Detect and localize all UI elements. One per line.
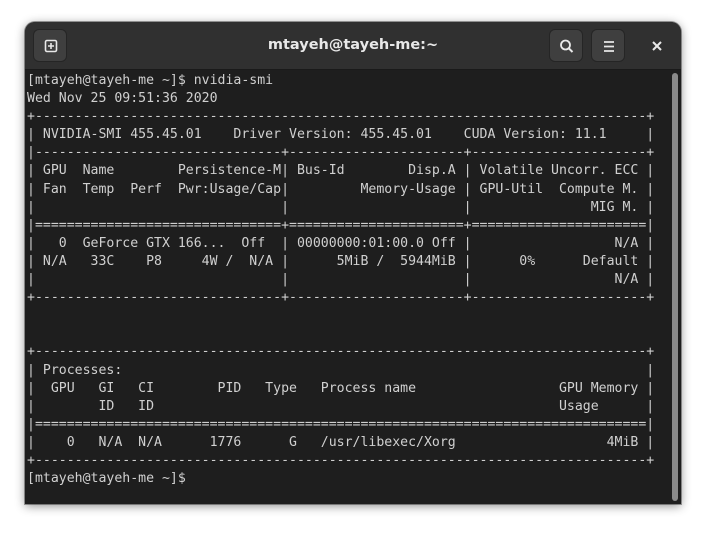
terminal-line: | GPU GI CI PID Type Process name GPU Me… [27, 380, 655, 396]
window-title: mtayeh@tayeh-me:~ [267, 37, 439, 53]
terminal-line: +-------------------------------+-------… [27, 290, 655, 306]
new-tab-button[interactable] [33, 29, 67, 62]
terminal-line: | NVIDIA-SMI 455.45.01 Driver Version: 4… [27, 127, 655, 143]
terminal-line: |-------------------------------+-------… [27, 145, 655, 161]
search-icon [560, 39, 574, 53]
menu-button[interactable] [591, 29, 625, 62]
terminal-line: +---------------------------------------… [27, 109, 655, 125]
terminal-window: mtayeh@tayeh-me:~ [mtayeh@tayeh-me ~]$ n… [25, 22, 681, 504]
terminal-output[interactable]: [mtayeh@tayeh-me ~]$ nvidia-smi Wed Nov 2… [25, 70, 671, 504]
terminal-line: | Processes: | [27, 362, 655, 378]
terminal-line: | GPU Name Persistence-M| Bus-Id Disp.A … [27, 163, 655, 179]
terminal-line: | ID ID Usage | [27, 398, 655, 414]
terminal-line: |===============================+=======… [27, 217, 655, 233]
scrollbar[interactable] [670, 70, 681, 504]
new-tab-icon [44, 39, 58, 53]
terminal-line: | Fan Temp Perf Pwr:Usage/Cap| Memory-Us… [27, 181, 655, 197]
terminal-line: +---------------------------------------… [27, 344, 655, 360]
header-bar: mtayeh@tayeh-me:~ [25, 22, 681, 70]
terminal-line: Wed Nov 25 09:51:36 2020 [27, 91, 218, 107]
search-button[interactable] [549, 29, 583, 62]
close-icon [652, 41, 662, 51]
close-button[interactable] [644, 33, 670, 59]
terminal-line: | 0 GeForce GTX 166... Off | 00000000:01… [27, 235, 655, 251]
terminal-line: +---------------------------------------… [27, 452, 655, 468]
terminal-line: |=======================================… [27, 416, 655, 432]
terminal-text: [mtayeh@tayeh-me ~]$ nvidia-smi Wed Nov 2… [27, 72, 654, 488]
terminal-line: | 0 N/A N/A 1776 G /usr/libexec/Xorg 4Mi… [27, 434, 655, 450]
terminal-line: | | | N/A | [27, 272, 655, 288]
terminal-line: | N/A 33C P8 4W / N/A | 5MiB / 5944MiB |… [27, 253, 655, 269]
terminal-line: [mtayeh@tayeh-me ~]$ nvidia-smi [27, 73, 274, 88]
terminal-line: [mtayeh@tayeh-me ~]$ [27, 471, 194, 487]
hamburger-menu-icon [604, 41, 614, 52]
scrollbar-thumb[interactable] [672, 73, 678, 501]
terminal-line: | | | MIG M. | [27, 199, 655, 215]
